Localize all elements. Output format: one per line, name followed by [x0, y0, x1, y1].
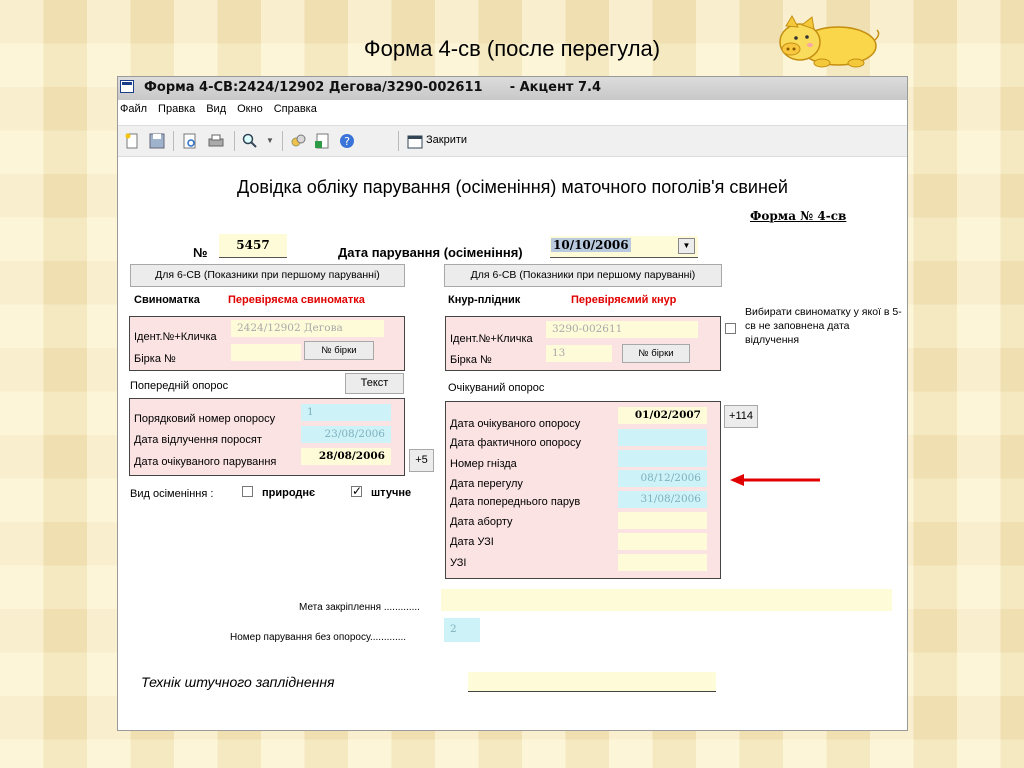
boar-first-mating-button[interactable]: Для 6-СВ (Показники при першому паруванн… — [444, 264, 722, 287]
menu-edit[interactable]: Правка — [158, 103, 195, 115]
technician-label: Технік штучного запліднення — [141, 674, 335, 690]
prev-farrowing-panel: Порядковий номер опоросу 1 Дата відлучен… — [129, 398, 405, 476]
exp-row-value[interactable]: 01/02/2007 — [618, 407, 707, 424]
boar-tag-field[interactable]: 13 — [546, 345, 612, 362]
sow-tag-field[interactable] — [231, 344, 301, 361]
artificial-label: штучне — [371, 487, 412, 499]
sow-unweaned-option-text: Вибирати свиноматку у якої в 5-св не зап… — [745, 306, 902, 346]
boar-panel: Ідент.№+Кличка 3290-002611 Бірка № 13 № … — [445, 316, 721, 371]
pig-illustration — [772, 10, 884, 70]
sow-id-field[interactable]: 2424/12902 Дегова — [231, 320, 384, 337]
boar-tag-button[interactable]: № бірки — [622, 344, 690, 363]
exp-row-label: Дата перегулу — [450, 478, 523, 490]
expected-farrowing-panel: Дата очікуваного опоросу 01/02/2007 Дата… — [445, 401, 721, 579]
mating-number-label: Номер парування без опоросу............. — [230, 632, 407, 643]
chevron-down-icon[interactable]: ▼ — [678, 238, 695, 254]
prev-farrowing-label: Попередній опорос — [130, 380, 229, 392]
boar-label: Кнур-плідник — [448, 294, 521, 306]
sow-tag-button[interactable]: № бірки — [304, 341, 374, 360]
exp-row-label: Дата УЗІ — [450, 536, 494, 548]
exp-row-value[interactable]: 08/12/2006 — [618, 470, 707, 487]
date-value: 10/10/2006 — [551, 238, 631, 252]
boar-tag-label: Бірка № — [450, 354, 492, 366]
tools-icon[interactable] — [290, 133, 306, 149]
number-field[interactable]: 5457 — [219, 234, 287, 258]
natural-label: природнє — [262, 487, 316, 499]
prev-row-label: Порядковий номер опоросу — [134, 413, 276, 425]
exp-row-label: Дата фактичного опоросу — [450, 437, 581, 449]
sow-id-label: Ідент.№+Кличка — [134, 331, 217, 343]
mating-number-field[interactable]: 2 — [444, 618, 480, 642]
boar-status: Перевіряємий кнур — [571, 294, 677, 306]
sow-panel: Ідент.№+Кличка 2424/12902 Дегова Бірка №… — [129, 316, 405, 371]
print-icon[interactable] — [208, 133, 224, 149]
save-icon[interactable] — [149, 133, 165, 149]
exp-row-label: УЗІ — [450, 557, 467, 569]
artificial-checkbox[interactable]: ✓ — [351, 485, 362, 497]
red-arrow — [730, 474, 820, 486]
sow-tag-label: Бірка № — [134, 353, 176, 365]
dropdown-icon[interactable]: ▼ — [262, 133, 278, 149]
purpose-field[interactable] — [441, 589, 892, 611]
prev-row-value[interactable]: 23/08/2006 — [301, 426, 391, 443]
sow-unweaned-checkbox[interactable] — [725, 323, 736, 334]
exp-row-value[interactable] — [618, 450, 707, 467]
sow-status: Перевіряєма свиноматка — [228, 294, 365, 306]
menu-bar: Файл Правка Вид Окно Справка — [118, 103, 907, 123]
help-icon[interactable]: ? — [339, 133, 355, 149]
toolbar: ▼ ? Закрити — [118, 125, 907, 157]
prev-row-value[interactable]: 28/08/2006 — [301, 448, 391, 465]
exp-row-label: Номер гнізда — [450, 458, 517, 470]
svg-text:?: ? — [344, 135, 350, 148]
natural-checkbox[interactable] — [242, 486, 253, 497]
exp-row-value[interactable] — [618, 533, 707, 550]
menu-help[interactable]: Справка — [274, 103, 317, 115]
plus-114-button[interactable]: +114 — [724, 405, 758, 428]
prev-row-value[interactable]: 1 — [301, 404, 391, 421]
menu-file[interactable]: Файл — [120, 103, 147, 115]
number-label: № — [193, 245, 208, 260]
new-doc-icon[interactable] — [124, 133, 140, 149]
date-select[interactable]: 10/10/2006 ▼ — [550, 236, 698, 258]
close-button[interactable]: Закрити — [426, 134, 467, 146]
window-titlebar: Форма 4-СВ:2424/12902 Дегова/3290-002611… — [118, 77, 907, 100]
app-window: Форма 4-СВ:2424/12902 Дегова/3290-002611… — [117, 76, 908, 731]
text-button[interactable]: Текст — [345, 373, 404, 394]
exp-row-label: Дата очікуваного опоросу — [450, 418, 581, 430]
close-doc-icon[interactable] — [407, 133, 423, 149]
exp-row-value[interactable] — [618, 554, 707, 571]
table-icon[interactable] — [314, 133, 330, 149]
prev-row-label: Дата очікуваного парування — [134, 456, 277, 468]
sow-label: Свиноматка — [134, 294, 200, 306]
sow-first-mating-button[interactable]: Для 6-СВ (Показники при першому паруванн… — [130, 264, 405, 287]
form-window-icon — [120, 80, 134, 93]
prev-row-label: Дата відлучення поросят — [134, 434, 262, 446]
exp-row-value[interactable] — [618, 512, 707, 529]
preview-icon[interactable] — [182, 133, 198, 149]
technician-field[interactable] — [468, 672, 716, 692]
exp-row-value[interactable]: 31/08/2006 — [618, 491, 707, 508]
boar-id-label: Ідент.№+Кличка — [450, 333, 533, 345]
exp-row-label: Дата попереднього парув — [450, 496, 581, 508]
exp-row-value[interactable] — [618, 429, 707, 446]
boar-id-field[interactable]: 3290-002611 — [546, 321, 698, 338]
purpose-label: Мета закріплення ............. — [299, 602, 420, 613]
menu-window[interactable]: Окно — [237, 103, 263, 115]
form-heading: Довідка обліку парування (осіменіння) ма… — [237, 177, 788, 197]
insemination-type-label: Вид осіменіння : — [130, 488, 214, 500]
exp-row-label: Дата аборту — [450, 516, 513, 528]
search-icon[interactable] — [242, 133, 258, 149]
date-label: Дата парування (осіменіння) — [338, 245, 523, 260]
expected-farrowing-label: Очікуваний опорос — [448, 382, 545, 394]
menu-view[interactable]: Вид — [206, 103, 226, 115]
window-title: Форма 4-СВ:2424/12902 Дегова/3290-002611… — [144, 80, 602, 95]
plus-5-button[interactable]: +5 — [409, 449, 434, 472]
form-number-link[interactable]: Форма № 4-св — [750, 209, 846, 223]
